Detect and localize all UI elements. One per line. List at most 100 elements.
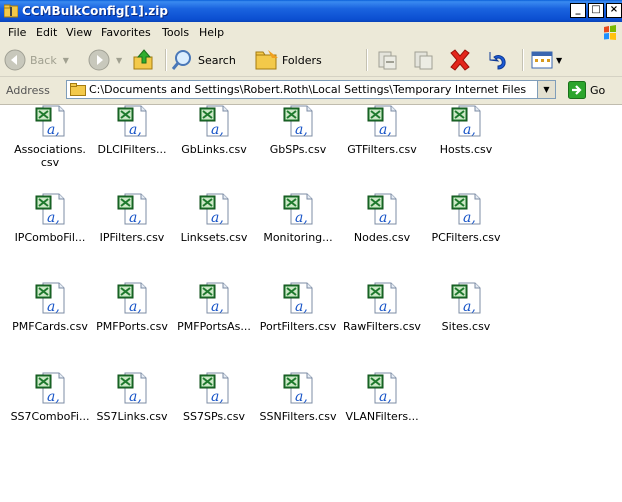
- file-item[interactable]: a, Associations.csv: [8, 105, 92, 169]
- file-item[interactable]: a, SS7Links.csv: [90, 372, 174, 423]
- folders-icon: [255, 50, 278, 70]
- svg-text:a,: a,: [295, 389, 308, 404]
- excel-csv-icon: a,: [117, 105, 147, 137]
- menu-help[interactable]: Help: [199, 26, 224, 39]
- file-name: IPComboFil...: [14, 231, 86, 244]
- excel-csv-icon: a,: [283, 105, 313, 137]
- up-folder-icon: [133, 49, 153, 70]
- file-item[interactable]: a, VLANFilters...: [340, 372, 424, 423]
- delete-x-icon: [450, 49, 470, 71]
- svg-text:a,: a,: [47, 389, 60, 404]
- up-folder-button[interactable]: [132, 47, 156, 73]
- excel-csv-icon: a,: [283, 282, 313, 314]
- folder-icon: [70, 83, 86, 96]
- menu-bar: File Edit View Favorites Tools Help: [0, 22, 622, 45]
- zip-folder-icon: [4, 4, 18, 18]
- file-item[interactable]: a, GbSPs.csv: [256, 105, 340, 156]
- file-name: GTFilters.csv: [347, 143, 417, 156]
- excel-csv-icon: a,: [35, 105, 65, 137]
- file-item[interactable]: a, DLCIFilters...: [90, 105, 174, 156]
- excel-csv-icon: a,: [199, 105, 229, 137]
- svg-text:a,: a,: [211, 299, 224, 314]
- search-button[interactable]: Search: [170, 47, 236, 73]
- excel-csv-icon: a,: [199, 372, 229, 404]
- svg-text:a,: a,: [211, 210, 224, 225]
- back-button[interactable]: Back ▼: [4, 47, 69, 73]
- delete-button[interactable]: [448, 47, 472, 73]
- excel-csv-icon: a,: [451, 193, 481, 225]
- file-item[interactable]: a, RawFilters.csv: [340, 282, 424, 333]
- minimize-button[interactable]: _: [570, 3, 586, 18]
- file-name: Associations.csv: [14, 143, 86, 169]
- address-input[interactable]: C:\Documents and Settings\Robert.Roth\Lo…: [66, 80, 556, 99]
- menu-file[interactable]: File: [8, 26, 26, 39]
- menu-edit[interactable]: Edit: [36, 26, 57, 39]
- svg-text:a,: a,: [379, 210, 392, 225]
- views-dropdown-icon: ▼: [556, 55, 563, 65]
- file-list: a, Associations.csv a, DLCIFilters... a,…: [0, 105, 622, 502]
- file-item[interactable]: a, Linksets.csv: [172, 193, 256, 244]
- file-item[interactable]: a, SS7ComboFi...: [8, 372, 92, 423]
- svg-text:a,: a,: [379, 389, 392, 404]
- views-grid-icon: [531, 51, 553, 69]
- back-arrow-icon: [4, 49, 26, 71]
- file-name: SSNFilters.csv: [259, 410, 337, 423]
- file-item[interactable]: a, PortFilters.csv: [256, 282, 340, 333]
- address-bar: Address C:\Documents and Settings\Robert…: [0, 77, 622, 105]
- file-name: SS7SPs.csv: [183, 410, 245, 423]
- go-arrow-icon: [568, 81, 586, 99]
- file-name: GbLinks.csv: [181, 143, 247, 156]
- move-to-button[interactable]: [376, 47, 400, 73]
- file-item[interactable]: a, GTFilters.csv: [340, 105, 424, 156]
- views-button[interactable]: ▼: [530, 47, 562, 73]
- undo-button[interactable]: [484, 47, 510, 73]
- file-item[interactable]: a, PCFilters.csv: [424, 193, 508, 244]
- title-bar[interactable]: CCMBulkConfig[1].zip _ □ ×: [0, 0, 622, 22]
- folders-button[interactable]: Folders: [254, 47, 322, 73]
- go-button[interactable]: Go: [568, 80, 605, 100]
- forward-arrow-icon: [88, 49, 110, 71]
- close-button[interactable]: ×: [606, 3, 622, 18]
- svg-text:a,: a,: [129, 210, 142, 225]
- move-to-icon: [378, 51, 397, 70]
- menu-favorites[interactable]: Favorites: [101, 26, 151, 39]
- svg-text:a,: a,: [47, 122, 60, 137]
- file-item[interactable]: a, Hosts.csv: [424, 105, 508, 156]
- file-item[interactable]: a, Nodes.csv: [340, 193, 424, 244]
- excel-csv-icon: a,: [117, 372, 147, 404]
- file-name: Sites.csv: [441, 320, 491, 333]
- file-name: VLANFilters...: [345, 410, 419, 423]
- copy-to-icon: [414, 51, 433, 70]
- excel-csv-icon: a,: [283, 193, 313, 225]
- copy-to-button[interactable]: [412, 47, 436, 73]
- undo-arrow-icon: [489, 52, 506, 70]
- file-item[interactable]: a, IPComboFil...: [8, 193, 92, 244]
- menu-tools[interactable]: Tools: [162, 26, 189, 39]
- file-item[interactable]: a, PMFCards.csv: [8, 282, 92, 333]
- svg-text:a,: a,: [295, 210, 308, 225]
- file-name: Linksets.csv: [180, 231, 248, 244]
- menu-view[interactable]: View: [66, 26, 92, 39]
- file-item[interactable]: a, SSNFilters.csv: [256, 372, 340, 423]
- window-title: CCMBulkConfig[1].zip: [22, 4, 168, 18]
- file-item[interactable]: a, Sites.csv: [424, 282, 508, 333]
- excel-csv-icon: a,: [283, 372, 313, 404]
- maximize-button[interactable]: □: [588, 3, 604, 18]
- svg-text:a,: a,: [463, 210, 476, 225]
- file-name: DLCIFilters...: [97, 143, 167, 156]
- svg-text:a,: a,: [129, 389, 142, 404]
- file-item[interactable]: a, SS7SPs.csv: [172, 372, 256, 423]
- excel-csv-icon: a,: [367, 193, 397, 225]
- toolbar-separator: [522, 49, 524, 71]
- address-dropdown-icon[interactable]: ▼: [537, 81, 555, 98]
- svg-text:a,: a,: [211, 122, 224, 137]
- excel-csv-icon: a,: [367, 282, 397, 314]
- file-item[interactable]: a, PMFPorts.csv: [90, 282, 174, 333]
- excel-csv-icon: a,: [35, 193, 65, 225]
- file-item[interactable]: a, GbLinks.csv: [172, 105, 256, 156]
- file-item[interactable]: a, Monitoring...: [256, 193, 340, 244]
- file-item[interactable]: a, IPFilters.csv: [90, 193, 174, 244]
- file-item[interactable]: a, PMFPortsAs...: [172, 282, 256, 333]
- file-name: Hosts.csv: [439, 143, 493, 156]
- forward-button[interactable]: ▼: [88, 47, 122, 73]
